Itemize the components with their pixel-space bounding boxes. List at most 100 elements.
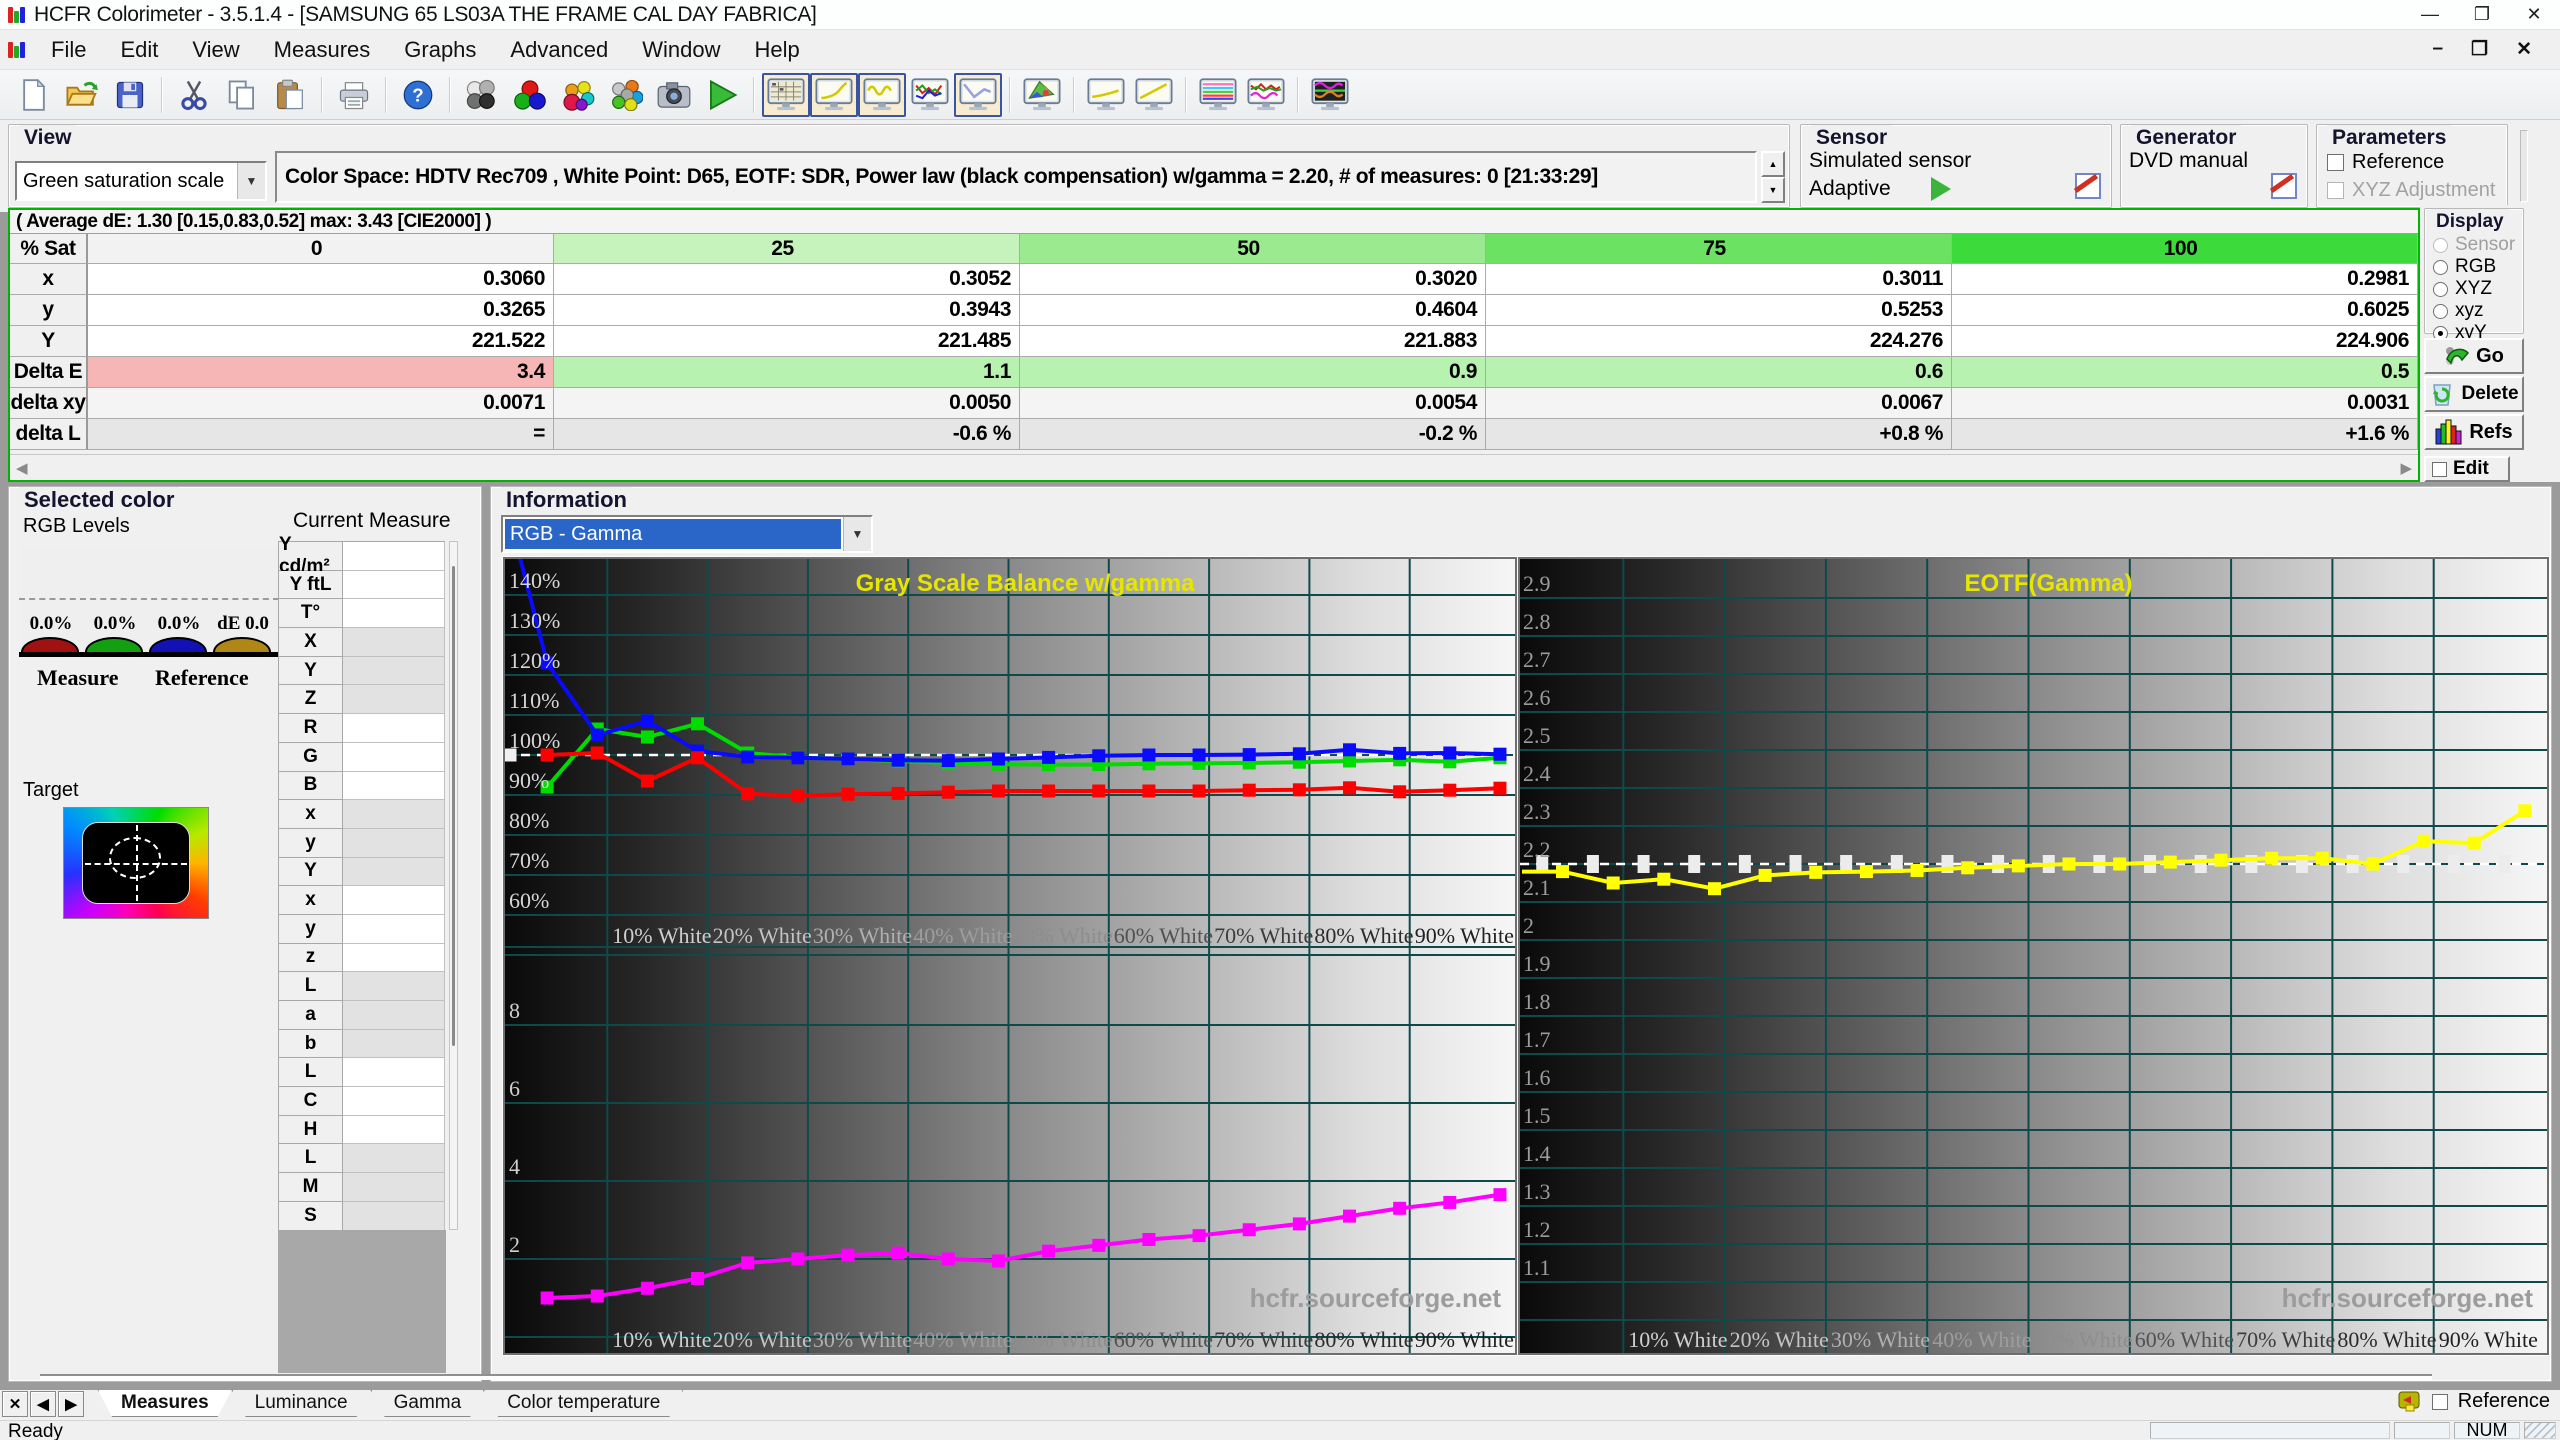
toolbar-help-button[interactable]: ? (394, 73, 442, 117)
current-measure-value[interactable] (343, 1029, 445, 1059)
chevron-down-icon[interactable]: ▼ (843, 517, 871, 551)
table-cell[interactable]: 0.2981 (1952, 264, 2418, 295)
current-measure-value[interactable] (343, 1087, 445, 1116)
mdi-document-icon[interactable] (8, 41, 26, 59)
current-measure-value[interactable] (343, 972, 445, 1001)
toolbar-view-measures-grid-button[interactable] (762, 72, 810, 117)
toolbar-new-file-button[interactable] (10, 73, 58, 117)
toolbar-save-button[interactable] (106, 73, 154, 117)
information-view-select[interactable]: RGB - Gamma ▼ (501, 515, 873, 553)
bottom-reference-checkbox[interactable] (2431, 1393, 2448, 1410)
view-mode-select[interactable]: Green saturation scale ▼ (15, 161, 267, 201)
current-measure-value[interactable] (343, 570, 445, 600)
tab-close-button[interactable]: ✕ (2, 1391, 28, 1417)
tab-scroll-right[interactable]: ▶ (58, 1391, 84, 1417)
current-measure-value[interactable] (343, 1001, 445, 1030)
table-col-header[interactable]: 25 (554, 234, 1020, 264)
table-cell[interactable]: 221.883 (1020, 326, 1486, 357)
table-cell[interactable]: +0.8 % (1486, 419, 1952, 450)
table-cell[interactable]: 224.276 (1486, 326, 1952, 357)
table-cell[interactable]: 221.522 (88, 326, 554, 357)
table-cell[interactable]: 0.3060 (88, 264, 554, 295)
go-button[interactable]: Go (2424, 338, 2524, 374)
mdi-close-icon[interactable]: ✕ (2502, 38, 2546, 61)
toolbar-cut-button[interactable] (170, 73, 218, 117)
table-cell[interactable]: 221.485 (554, 326, 1020, 357)
toolbar-view-saturation-shift-button[interactable] (1242, 73, 1290, 117)
refs-button[interactable]: Refs (2424, 414, 2524, 450)
dock-splitter[interactable] (2520, 130, 2528, 202)
table-cell[interactable]: 0.3265 (88, 295, 554, 326)
toolbar-paste-button[interactable] (266, 73, 314, 117)
current-measure-value[interactable] (343, 828, 445, 858)
table-cell[interactable]: 224.906 (1952, 326, 2418, 357)
tab-measures[interactable]: Measures (98, 1390, 232, 1417)
table-cell[interactable]: 0.3011 (1486, 264, 1952, 295)
tab-color-temperature[interactable]: Color temperature (484, 1390, 683, 1417)
table-col-header[interactable]: 0 (88, 234, 554, 264)
minimize-button[interactable]: — (2404, 0, 2456, 30)
table-cell[interactable]: 0.3943 (554, 295, 1020, 326)
resize-grip[interactable] (2524, 1422, 2556, 1439)
menu-edit[interactable]: Edit (103, 30, 175, 70)
table-cell[interactable]: 0.0054 (1020, 388, 1486, 419)
table-cell[interactable]: 0.3052 (554, 264, 1020, 295)
spin-up-button[interactable]: ▲ (1761, 151, 1785, 177)
toolbar-view-cie-diagram-button[interactable] (1018, 73, 1066, 117)
current-measure-value[interactable] (343, 800, 445, 829)
bottom-scrollbar[interactable] (40, 1374, 2432, 1380)
current-measure-value[interactable] (343, 914, 445, 944)
menu-window[interactable]: Window (625, 30, 737, 70)
current-measure-value[interactable] (343, 685, 445, 715)
tab-gamma[interactable]: Gamma (371, 1390, 485, 1417)
current-measure-value[interactable] (343, 771, 445, 801)
table-cell[interactable]: -0.2 % (1020, 419, 1486, 450)
current-measure-value[interactable] (343, 656, 445, 686)
table-cell[interactable]: 0.9 (1020, 357, 1486, 388)
table-cell[interactable]: +1.6 % (1952, 419, 2418, 450)
table-cell[interactable]: 0.5253 (1486, 295, 1952, 326)
table-cell[interactable]: 0.0031 (1952, 388, 2418, 419)
scroll-left-icon[interactable]: ◀ (16, 459, 28, 477)
menu-graphs[interactable]: Graphs (387, 30, 493, 70)
mdi-restore-icon[interactable]: ❐ (2457, 38, 2502, 61)
table-cell[interactable]: = (88, 419, 554, 450)
current-measure-value[interactable] (343, 1173, 445, 1202)
toolbar-saturation-series-button[interactable] (554, 73, 602, 117)
current-measure-value[interactable] (343, 628, 445, 657)
toolbar-view-luminance-b-button[interactable] (1130, 73, 1178, 117)
table-cell[interactable]: -0.6 % (554, 419, 1020, 450)
color-profile-icon[interactable] (2398, 1391, 2422, 1413)
current-measure-value[interactable] (343, 714, 445, 743)
table-cell[interactable]: 3.4 (88, 357, 554, 388)
table-cell[interactable]: 0.5 (1952, 357, 2418, 388)
table-cell[interactable]: 1.1 (554, 357, 1020, 388)
generator-config-icon[interactable] (2269, 173, 2297, 199)
edit-checkbox[interactable] (2432, 461, 2447, 477)
toolbar-view-rgb-levels-button[interactable] (906, 73, 954, 117)
menu-view[interactable]: View (175, 30, 256, 70)
table-cell[interactable]: 0.0050 (554, 388, 1020, 419)
table-col-header[interactable]: 75 (1486, 234, 1952, 264)
restore-button[interactable]: ❐ (2456, 0, 2508, 30)
display-radio-xyz[interactable]: xyz (2433, 300, 2523, 321)
table-corner-header[interactable]: % Sat (10, 234, 88, 264)
current-measure-value[interactable] (343, 1115, 445, 1145)
table-horizontal-scrollbar[interactable]: ◀ ▶ (10, 454, 2418, 480)
toolbar-copy-button[interactable] (218, 73, 266, 117)
mdi-minimize-icon[interactable]: – (2418, 38, 2457, 61)
current-measure-value[interactable] (343, 886, 445, 915)
tab-scroll-left[interactable]: ◀ (30, 1391, 56, 1417)
toolbar-view-rgb-balance-button[interactable] (858, 72, 906, 117)
menu-help[interactable]: Help (738, 30, 817, 70)
current-measure-value[interactable] (343, 943, 445, 973)
scroll-right-icon[interactable]: ▶ (2400, 459, 2412, 477)
toolbar-view-gamma-b-button[interactable] (1082, 73, 1130, 117)
current-measure-value[interactable] (343, 742, 445, 772)
current-measure-scrollbar[interactable] (449, 541, 458, 1230)
toolbar-run-measures-button[interactable] (698, 73, 746, 117)
edit-button[interactable]: Edit (2424, 456, 2510, 482)
sensor-run-icon[interactable] (1931, 177, 1951, 201)
current-measure-value[interactable] (343, 599, 445, 629)
toolbar-view-gamma-curve-button[interactable] (810, 72, 858, 117)
